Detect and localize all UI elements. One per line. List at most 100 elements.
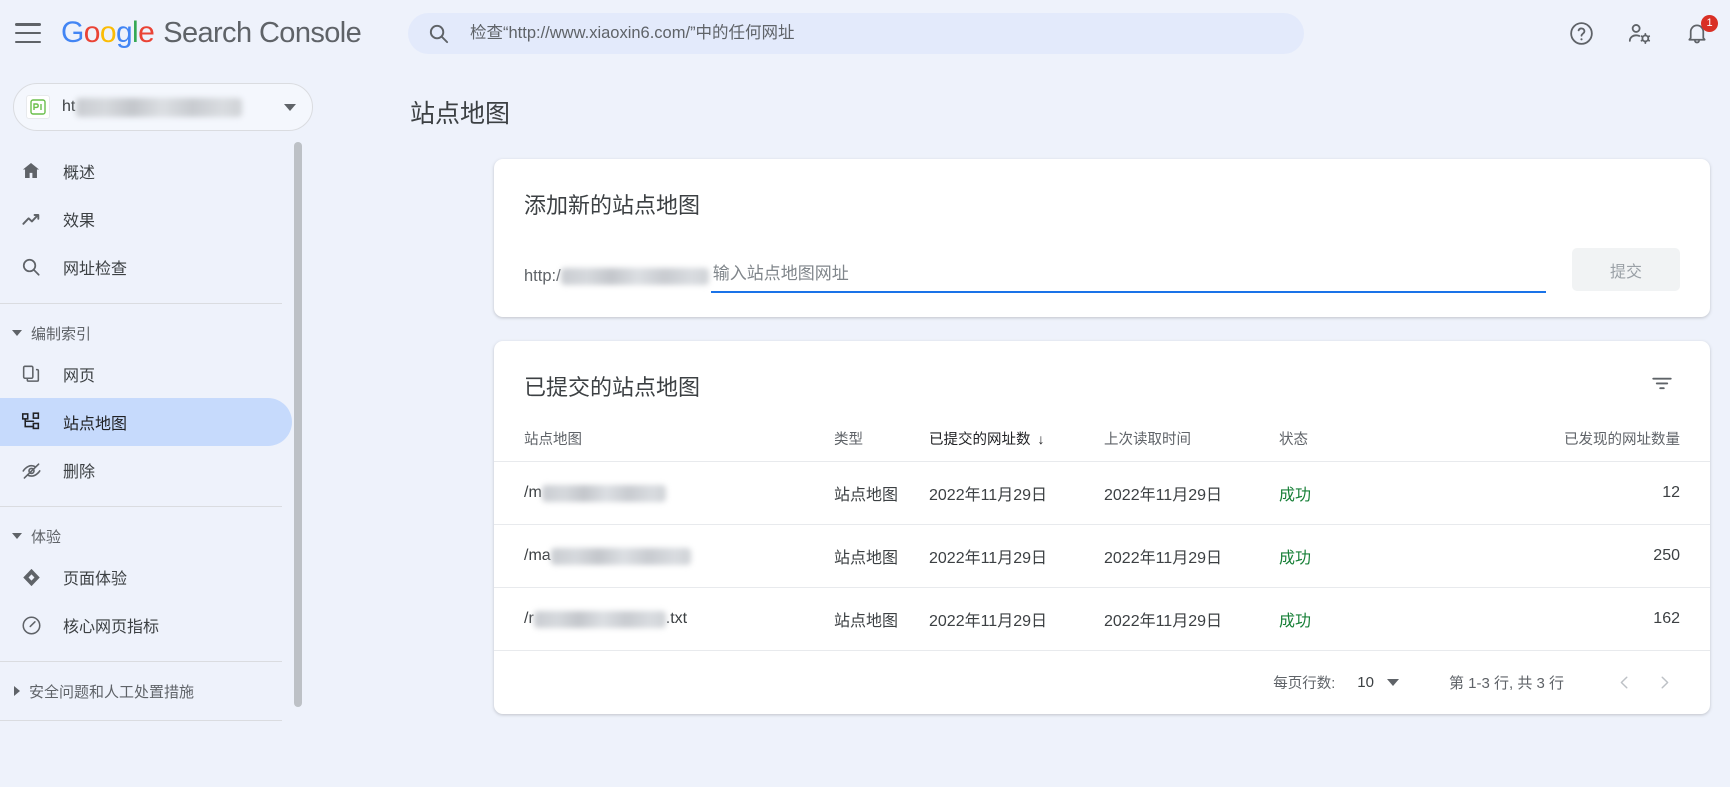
- sidebar-item-pages[interactable]: 网页: [0, 350, 292, 398]
- page-title: 站点地图: [410, 100, 511, 128]
- sitemap-path-redacted: [533, 610, 666, 628]
- sidebar-group-experience[interactable]: 体验: [0, 519, 326, 553]
- brand-logo[interactable]: Google Search Console: [61, 16, 362, 50]
- sidebar-item-overview[interactable]: 概述: [0, 147, 292, 195]
- sidebar-item-performance[interactable]: 效果: [0, 195, 292, 243]
- cell-submitted-date: 2022年11月29日: [929, 461, 1104, 525]
- cell-sitemap[interactable]: /ma: [494, 524, 834, 588]
- help-icon[interactable]: [1566, 18, 1596, 48]
- inspection-search-bar[interactable]: [408, 13, 1304, 54]
- logo-letter-g: G: [61, 16, 84, 49]
- search-input[interactable]: [470, 24, 1304, 43]
- sidebar: ht 概述 效果 网址检查 编制索引 网页 站点地图 删除 体验 页面体验 核心…: [0, 66, 326, 787]
- column-header-submitted-urls-label: 已提交的网址数: [929, 432, 1031, 448]
- cell-discovered-urls: 250: [1389, 524, 1710, 588]
- filter-icon[interactable]: [1644, 365, 1680, 401]
- page-experience-icon: [18, 565, 44, 589]
- cell-type: 站点地图: [834, 524, 929, 588]
- status-badge: 成功: [1279, 524, 1389, 588]
- cell-sitemap[interactable]: /m: [494, 461, 834, 525]
- site-favicon: [26, 95, 50, 119]
- status-badge: 成功: [1279, 587, 1389, 650]
- sitemap-url-input[interactable]: [710, 264, 1546, 293]
- add-sitemap-title: 添加新的站点地图: [524, 193, 701, 218]
- sort-descending-icon: ↓: [1037, 431, 1045, 447]
- column-header-sitemap[interactable]: 站点地图: [494, 402, 834, 462]
- logo-letter-e: e: [138, 16, 155, 49]
- add-sitemap-card: 添加新的站点地图 http:/ 提交: [494, 159, 1710, 317]
- submit-button[interactable]: 提交: [1572, 248, 1680, 291]
- table-row[interactable]: /r .txt 站点地图 2022年11月29日 2022年11月29日 成功 1…: [494, 587, 1710, 650]
- sitemaps-table-head: 站点地图 类型 已提交的网址数 ↓ 上次读取时间 状态 已发现的网址数量: [494, 402, 1710, 462]
- sidebar-group-label: 安全问题和人工处置措施: [29, 683, 195, 701]
- chevron-down-icon[interactable]: [284, 103, 296, 111]
- sidebar-item-label: 站点地图: [63, 416, 128, 433]
- column-header-submitted-urls[interactable]: 已提交的网址数 ↓: [929, 402, 1104, 462]
- logo-letter-o2: o: [99, 16, 117, 49]
- sidebar-divider: [0, 720, 282, 721]
- trending-up-icon: [18, 207, 44, 231]
- sidebar-item-label: 效果: [63, 213, 96, 230]
- sitemap-path-redacted: [550, 547, 691, 565]
- property-selector[interactable]: ht: [13, 83, 313, 131]
- account-settings-icon[interactable]: [1624, 18, 1654, 48]
- sitemap-url-prefix: http:/: [524, 267, 709, 293]
- sitemap-icon: [18, 410, 44, 434]
- add-sitemap-form: http:/ 提交: [494, 220, 1710, 293]
- table-header-row: 站点地图 类型 已提交的网址数 ↓ 上次读取时间 状态 已发现的网址数量: [494, 402, 1710, 462]
- top-bar-actions: 1: [1566, 0, 1718, 66]
- rows-per-page-select[interactable]: 10: [1357, 674, 1399, 691]
- column-header-type[interactable]: 类型: [834, 402, 929, 462]
- chevron-right-icon[interactable]: [1644, 663, 1684, 703]
- bell-icon[interactable]: 1: [1682, 15, 1718, 48]
- submitted-sitemaps-title: 已提交的站点地图: [524, 375, 701, 400]
- sidebar-item-label: 概述: [63, 165, 96, 182]
- table-pagination: 每页行数: 10 第 1-3 行, 共 3 行: [494, 650, 1710, 714]
- pagination-range-label: 第 1-3 行, 共 3 行: [1448, 675, 1564, 692]
- cell-last-read: 2022年11月29日: [1104, 587, 1279, 650]
- sitemap-path-suffix: .txt: [665, 610, 688, 627]
- sidebar-divider: [0, 506, 282, 507]
- chevron-left-icon[interactable]: [1604, 663, 1644, 703]
- table-row[interactable]: /ma 站点地图 2022年11月29日 2022年11月29日 成功 250: [494, 524, 1710, 588]
- table-row[interactable]: /m 站点地图 2022年11月29日 2022年11月29日 成功 12: [494, 461, 1710, 525]
- submitted-sitemaps-header: 已提交的站点地图: [494, 341, 1710, 402]
- cell-last-read: 2022年11月29日: [1104, 461, 1279, 525]
- sidebar-item-page-experience[interactable]: 页面体验: [0, 553, 292, 601]
- chevron-down-icon: [1386, 679, 1399, 686]
- sidebar-item-url-inspection[interactable]: 网址检查: [0, 243, 292, 291]
- column-header-status[interactable]: 状态: [1279, 402, 1389, 462]
- sidebar-group-security[interactable]: 安全问题和人工处置措施: [0, 674, 326, 708]
- rows-per-page-value: 10: [1357, 674, 1374, 691]
- search-icon: [427, 22, 450, 45]
- chevron-down-icon: [12, 533, 22, 539]
- logo-letter-g2: g: [115, 16, 133, 49]
- cell-discovered-urls: 12: [1389, 461, 1710, 525]
- chevron-down-icon: [12, 330, 22, 336]
- sitemaps-table-body: /m 站点地图 2022年11月29日 2022年11月29日 成功 12 /m…: [494, 461, 1710, 650]
- property-url-prefix: ht: [62, 98, 76, 115]
- sitemap-url-redacted: [560, 268, 709, 286]
- cell-submitted-date: 2022年11月29日: [929, 524, 1104, 588]
- column-header-discovered-urls[interactable]: 已发现的网址数量: [1389, 402, 1710, 462]
- sidebar-item-label: 页面体验: [63, 571, 128, 588]
- column-header-last-read[interactable]: 上次读取时间: [1104, 402, 1279, 462]
- sidebar-item-core-web-vitals[interactable]: 核心网页指标: [0, 601, 292, 649]
- hamburger-icon[interactable]: [15, 23, 41, 43]
- rows-per-page-label: 每页行数:: [1273, 676, 1336, 692]
- sidebar-item-label: 网页: [63, 368, 96, 385]
- sidebar-group-indexing[interactable]: 编制索引: [0, 316, 326, 350]
- sidebar-item-label: 网址检查: [63, 261, 128, 278]
- sidebar-item-sitemaps[interactable]: 站点地图: [0, 398, 292, 446]
- search-icon: [18, 255, 44, 279]
- sidebar-nav: 概述 效果 网址检查 编制索引 网页 站点地图 删除 体验 页面体验 核心网页指…: [0, 147, 326, 721]
- sitemap-url-field: [710, 264, 1546, 293]
- sidebar-divider: [0, 661, 282, 662]
- cell-sitemap[interactable]: /r .txt: [494, 587, 834, 650]
- chevron-right-icon: [14, 686, 20, 696]
- property-url-redacted: [76, 97, 243, 117]
- sidebar-group-label: 编制索引: [31, 325, 92, 343]
- top-app-bar: Google Search Console 检查“http://www.xiao…: [0, 0, 1730, 66]
- sidebar-item-removals[interactable]: 删除: [0, 446, 292, 494]
- sidebar-scrollbar[interactable]: [294, 142, 302, 707]
